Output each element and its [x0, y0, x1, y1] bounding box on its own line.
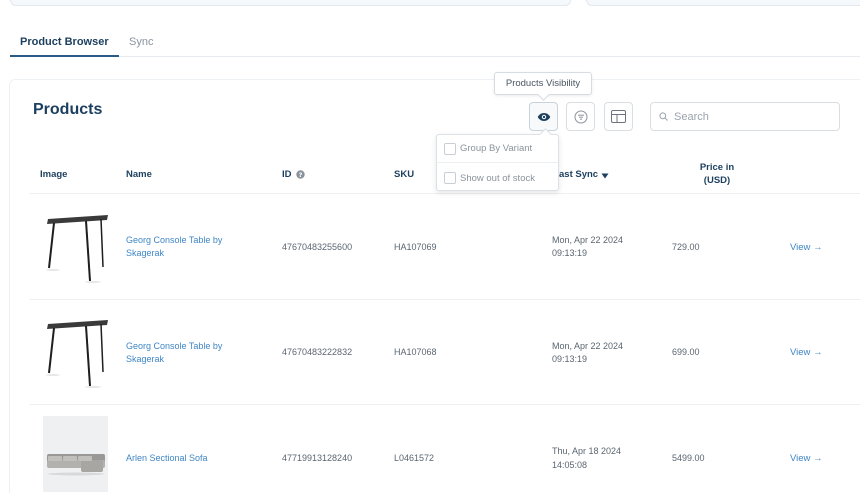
row-divider — [30, 404, 860, 405]
column-header-last-sync[interactable]: ast Sync — [559, 169, 609, 180]
column-header-name[interactable]: Name — [126, 169, 152, 180]
column-header-id-label: ID — [282, 169, 292, 180]
console-table-image — [46, 215, 108, 283]
view-link[interactable]: View → — [790, 346, 823, 359]
column-header-id[interactable]: ID ? — [282, 169, 305, 180]
view-link[interactable]: View → — [790, 241, 823, 254]
tab-sync[interactable]: Sync — [119, 28, 163, 57]
product-price: 5499.00 — [672, 453, 705, 463]
sort-desc-icon — [601, 173, 609, 178]
column-header-sku[interactable]: SKU — [394, 169, 414, 180]
group-by-variant-label: Group By Variant — [460, 143, 533, 154]
column-header-image: Image — [40, 169, 68, 180]
product-sku: HA107068 — [394, 347, 437, 357]
last-sync-time: 09:13:19 — [552, 248, 588, 258]
filter-icon — [574, 110, 587, 123]
search-icon — [659, 112, 668, 121]
layout-icon — [611, 110, 626, 123]
show-out-of-stock-label: Show out of stock — [460, 172, 535, 184]
product-sku: L0461572 — [394, 453, 435, 463]
group-by-variant-option[interactable]: Group By Variant — [437, 135, 558, 163]
last-sync-date: Mon, Apr 22 2024 — [552, 341, 624, 351]
tab-product-browser[interactable]: Product Browser — [10, 28, 119, 57]
table-header-divider — [30, 193, 860, 194]
product-name-link[interactable]: Georg Console Table by Skagerak — [126, 234, 246, 260]
last-sync-time: 09:13:19 — [552, 354, 588, 364]
group-by-variant-checkbox[interactable] — [444, 142, 456, 155]
product-image[interactable] — [43, 209, 108, 285]
console-table-image — [46, 320, 108, 388]
products-panel — [9, 79, 860, 493]
search-box[interactable] — [650, 102, 840, 131]
view-link-label: View — [790, 453, 811, 464]
product-image[interactable] — [43, 314, 108, 390]
product-price: 729.00 — [672, 242, 700, 252]
arrow-right-icon: → — [813, 347, 823, 358]
view-link-label: View — [790, 347, 811, 358]
layout-button[interactable] — [604, 102, 633, 131]
product-id: 47670483222832 — [282, 347, 353, 357]
row-divider — [30, 299, 860, 300]
product-sku: HA107069 — [394, 242, 437, 252]
tab-bar: Product Browser Sync — [10, 28, 860, 57]
column-header-price-line1: Price in — [699, 162, 735, 173]
column-header-price-line2: (USD) — [703, 175, 731, 186]
visibility-dropdown: Group By Variant Show out of stock — [436, 134, 559, 191]
visibility-button[interactable] — [529, 102, 558, 131]
visibility-tooltip: Products Visibility — [494, 72, 592, 95]
last-sync-date: Thu, Apr 18 2024 — [552, 446, 622, 456]
column-header-last-sync-label: ast Sync — [559, 169, 599, 180]
svg-text:?: ? — [298, 171, 302, 179]
product-name-link[interactable]: Arlen Sectional Sofa — [126, 452, 246, 465]
product-image[interactable] — [43, 416, 108, 492]
product-name-link[interactable]: Georg Console Table by Skagerak — [126, 340, 246, 366]
top-card-right — [586, 0, 860, 6]
arrow-right-icon: → — [813, 242, 823, 253]
view-link[interactable]: View → — [790, 452, 823, 465]
page-title: Products — [33, 101, 103, 118]
product-price: 699.00 — [672, 347, 700, 357]
last-sync-date: Mon, Apr 22 2024 — [552, 235, 624, 245]
show-out-of-stock-checkbox[interactable] — [444, 172, 456, 184]
filter-button[interactable] — [566, 102, 595, 131]
sectional-sofa-image — [47, 454, 105, 476]
view-link-label: View — [790, 242, 811, 253]
last-sync-time: 14:05:08 — [552, 460, 588, 470]
eye-icon — [537, 112, 550, 121]
product-id: 47670483255600 — [282, 242, 353, 252]
help-icon[interactable]: ? — [295, 170, 305, 179]
product-id: 47719913128240 — [282, 453, 353, 463]
arrow-right-icon: → — [813, 453, 823, 464]
search-input[interactable] — [674, 110, 824, 123]
column-header-price[interactable]: Price in (USD) — [686, 161, 748, 187]
top-card-left — [10, 0, 571, 6]
show-out-of-stock-option[interactable]: Show out of stock — [437, 164, 558, 192]
